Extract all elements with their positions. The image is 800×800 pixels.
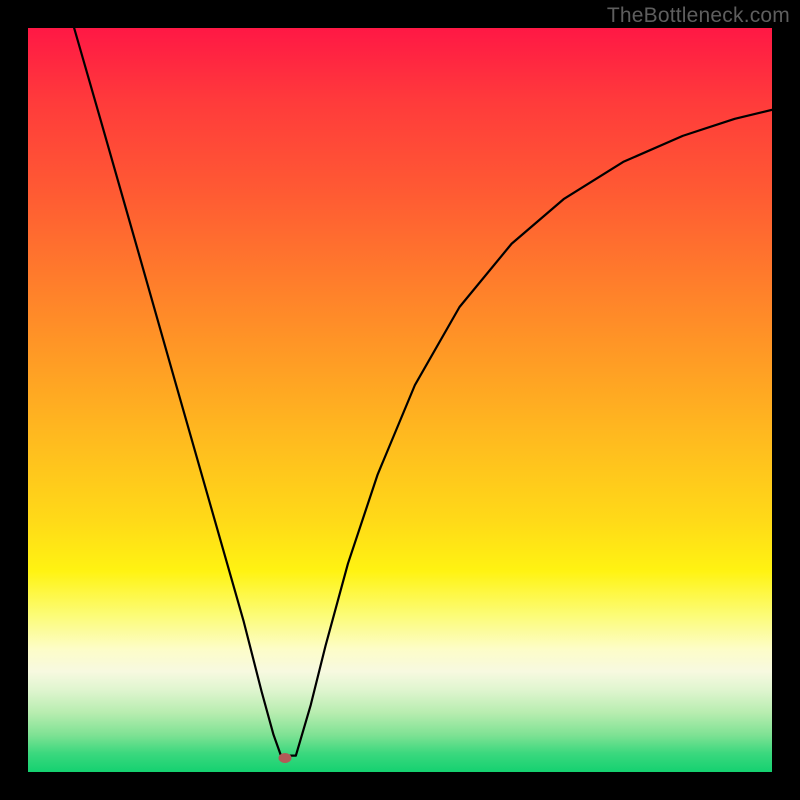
chart-frame: TheBottleneck.com xyxy=(0,0,800,800)
chart-minimum-marker xyxy=(278,753,291,763)
watermark-text: TheBottleneck.com xyxy=(607,4,790,28)
chart-curve xyxy=(28,28,772,772)
chart-plot-area xyxy=(28,28,772,772)
